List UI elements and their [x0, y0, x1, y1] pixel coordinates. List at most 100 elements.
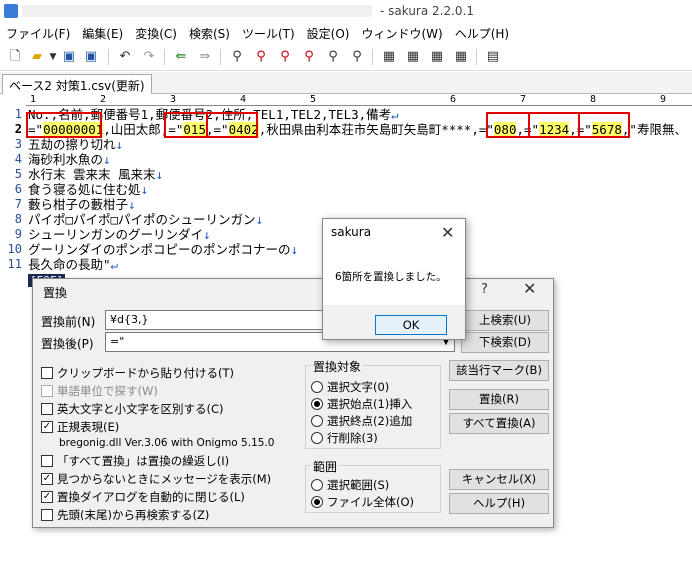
line-number: 8 — [14, 212, 22, 226]
bookmark-icon[interactable]: ⚲ — [300, 48, 318, 66]
save-icon[interactable]: ▣ — [60, 48, 78, 66]
option-replace-all-repeat[interactable]: 「すべて置換」は置換の繰返し(I) — [41, 453, 229, 469]
tab-document[interactable]: ベース2 対策1.csv(更新) — [2, 74, 152, 94]
checkbox-checked[interactable]: ✓ — [41, 473, 53, 485]
radio[interactable] — [311, 415, 323, 427]
radio[interactable] — [311, 432, 323, 444]
line-number-current: 2 — [14, 122, 22, 136]
help-icon[interactable]: ? — [481, 282, 488, 297]
ok-button[interactable]: OK — [375, 315, 447, 335]
help-button[interactable]: ヘルプ(H) — [449, 493, 549, 514]
checkbox-checked[interactable]: ✓ — [41, 421, 53, 433]
line-number: 5 — [14, 167, 22, 181]
option-show-message[interactable]: ✓ 見つからないときにメッセージを表示(M) — [41, 471, 271, 487]
grep-icon[interactable]: ⚲ — [324, 48, 342, 66]
line-number: 7 — [14, 197, 22, 211]
line-number: 6 — [14, 182, 22, 196]
checkbox[interactable] — [41, 385, 53, 397]
option-wrap-search[interactable]: 先頭(末尾)から再検索する(Z) — [41, 507, 209, 523]
text-line: 水行末 雲来末 風来末↓ — [28, 167, 164, 182]
target-append-end[interactable]: 選択終点(2)追加 — [311, 413, 412, 429]
message-box-title: sakura — [331, 225, 372, 239]
menu-edit[interactable]: 編集(E) — [76, 22, 129, 42]
close-icon[interactable]: ✕ — [441, 223, 454, 242]
window-title: - sakura 2.2.0.1 — [380, 4, 475, 18]
ruler-tick: 8 — [590, 94, 597, 105]
replace-dialog: 置換 ? ✕ 置換前(N) ¥d{3,} ▼ 置換後(P) =" ▼ クリップボ… — [32, 278, 554, 528]
menu-help[interactable]: ヘルプ(H) — [449, 22, 515, 42]
ruler-tick: 9 — [660, 94, 667, 105]
type-settings-icon[interactable]: ▦ — [428, 48, 446, 66]
find-icon[interactable]: ⚲ — [228, 48, 246, 66]
regex-library-info: bregonig.dll Ver.3.06 with Onigmo 5.15.0 — [59, 437, 275, 449]
checkbox[interactable] — [41, 367, 53, 379]
annotation-box — [528, 112, 580, 138]
ruler: 1 2 3 4 5 6 7 8 9 — [26, 94, 692, 106]
message-box: sakura ✕ 6箇所を置換しました。 OK — [322, 218, 466, 340]
replace-all-button[interactable]: すべて置換(A) — [449, 413, 549, 434]
menu-bar: ファイル(F) 編集(E) 変換(C) 検索(S) ツール(T) 設定(O) ウ… — [0, 22, 692, 42]
redo-icon[interactable]: ↷ — [140, 48, 158, 66]
search-down-button[interactable]: 下検索(D) — [461, 332, 549, 353]
blurred-file-path — [22, 5, 372, 17]
target-group-title: 置換対象 — [311, 358, 364, 375]
annotation-box — [486, 112, 530, 138]
undo-icon[interactable]: ↶ — [116, 48, 134, 66]
radio[interactable] — [311, 479, 323, 491]
menu-settings[interactable]: 設定(O) — [301, 22, 356, 42]
line-number: 9 — [14, 227, 22, 241]
font-icon[interactable]: ▦ — [404, 48, 422, 66]
cancel-button[interactable]: キャンセル(X) — [449, 469, 549, 490]
annotation-box — [164, 112, 208, 138]
checkbox-checked[interactable]: ✓ — [41, 491, 53, 503]
common-settings-icon[interactable]: ▦ — [452, 48, 470, 66]
grep-replace-icon[interactable]: ⚲ — [348, 48, 366, 66]
ruler-tick: 4 — [240, 94, 247, 105]
radio[interactable] — [311, 381, 323, 393]
close-icon[interactable]: ✕ — [523, 279, 536, 298]
settings-icon[interactable]: ▦ — [380, 48, 398, 66]
option-word-unit[interactable]: 単語単位で探す(W) — [41, 383, 158, 399]
text-line: シューリンガンのグーリンダイ↓ — [28, 227, 211, 242]
scope-selection[interactable]: 選択範囲(S) — [311, 477, 389, 493]
menu-tools[interactable]: ツール(T) — [236, 22, 301, 42]
jump-back-icon[interactable]: ⇚ — [172, 48, 190, 66]
menu-search[interactable]: 検索(S) — [183, 22, 236, 42]
menu-convert[interactable]: 変換(C) — [129, 22, 183, 42]
find-label: 置換前(N) — [41, 315, 96, 329]
save-all-icon[interactable]: ▣ — [82, 48, 100, 66]
mark-lines-button[interactable]: 該当行マーク(B) — [449, 360, 549, 381]
app-icon — [4, 4, 18, 18]
radio-selected[interactable] — [311, 398, 323, 410]
checkbox[interactable] — [41, 455, 53, 467]
target-delete-line[interactable]: 行削除(3) — [311, 430, 378, 446]
toolbar-separator — [164, 49, 165, 65]
target-selected-text[interactable]: 選択文字(0) — [311, 379, 389, 395]
line-number: 4 — [14, 152, 22, 166]
search-up-button[interactable]: 上検索(U) — [461, 310, 549, 331]
replace-button[interactable]: 置換(R) — [449, 389, 549, 410]
option-regex[interactable]: ✓ 正規表現(E) — [41, 419, 119, 435]
print-icon[interactable]: ▤ — [484, 48, 502, 66]
checkbox[interactable] — [41, 509, 53, 521]
text-line: パイポ□パイポ□パイポのシューリンガン↓ — [28, 212, 264, 227]
option-match-case[interactable]: 英大文字と小文字を区別する(C) — [41, 401, 224, 417]
menu-file[interactable]: ファイル(F) — [0, 22, 76, 42]
target-insert-start[interactable]: 選択始点(1)挿入 — [311, 396, 412, 412]
annotation-box — [578, 112, 630, 138]
toolbar: 🗋 ▰ ▼ ▣ ▣ ↶ ↷ ⇚ ⇛ ⚲ ⚲ ⚲ ⚲ ⚲ ⚲ ▦ ▦ ▦ ▦ ▤ — [0, 43, 692, 71]
ruler-tick: 6 — [450, 94, 457, 105]
ruler-tick: 2 — [100, 94, 107, 105]
scope-whole-file[interactable]: ファイル全体(O) — [311, 494, 414, 510]
checkbox[interactable] — [41, 403, 53, 415]
menu-window[interactable]: ウィンドウ(W) — [355, 22, 448, 42]
option-paste-clipboard[interactable]: クリップボードから貼り付ける(T) — [41, 365, 234, 381]
option-auto-close[interactable]: ✓ 置換ダイアログを自動的に閉じる(L) — [41, 489, 245, 505]
new-file-icon[interactable]: 🗋 — [6, 48, 24, 66]
find-next-icon[interactable]: ⚲ — [252, 48, 270, 66]
toolbar-separator — [372, 49, 373, 65]
tab-bar: ベース2 対策1.csv(更新) — [0, 72, 692, 94]
jump-forward-icon[interactable]: ⇛ — [196, 48, 214, 66]
radio-selected[interactable] — [311, 496, 323, 508]
find-prev-icon[interactable]: ⚲ — [276, 48, 294, 66]
